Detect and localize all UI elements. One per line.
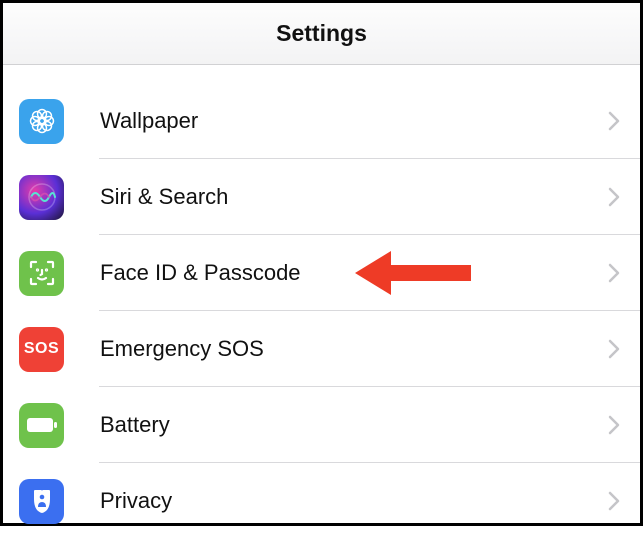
highlight-arrow-icon bbox=[353, 249, 473, 297]
chevron-right-icon bbox=[608, 415, 620, 435]
chevron-right-icon bbox=[608, 491, 620, 511]
page-title: Settings bbox=[276, 20, 367, 47]
sos-icon: SOS bbox=[19, 327, 64, 372]
chevron-right-icon bbox=[608, 339, 620, 359]
row-label: Privacy bbox=[100, 488, 608, 514]
row-privacy[interactable]: Privacy bbox=[3, 463, 640, 539]
battery-icon bbox=[19, 403, 64, 448]
row-label: Battery bbox=[100, 412, 608, 438]
row-wallpaper[interactable]: Wallpaper bbox=[3, 83, 640, 159]
row-siri-search[interactable]: Siri & Search bbox=[3, 159, 640, 235]
row-face-id-passcode[interactable]: Face ID & Passcode bbox=[3, 235, 640, 311]
row-label: Wallpaper bbox=[100, 108, 608, 134]
settings-list: Wallpaper Siri & Search Face ID & Passco… bbox=[3, 65, 640, 539]
row-emergency-sos[interactable]: SOS Emergency SOS bbox=[3, 311, 640, 387]
chevron-right-icon bbox=[608, 111, 620, 131]
row-label: Emergency SOS bbox=[100, 336, 608, 362]
row-label: Siri & Search bbox=[100, 184, 608, 210]
wallpaper-icon bbox=[19, 99, 64, 144]
siri-icon bbox=[19, 175, 64, 220]
settings-header: Settings bbox=[3, 3, 640, 65]
face-id-icon bbox=[19, 251, 64, 296]
row-battery[interactable]: Battery bbox=[3, 387, 640, 463]
privacy-icon bbox=[19, 479, 64, 524]
chevron-right-icon bbox=[608, 263, 620, 283]
chevron-right-icon bbox=[608, 187, 620, 207]
